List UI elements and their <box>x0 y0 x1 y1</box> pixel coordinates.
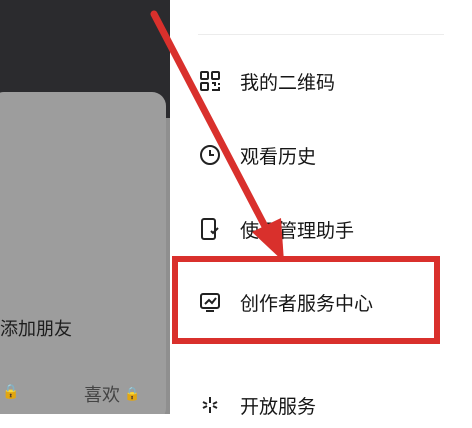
add-friend-label: 添加朋友 <box>0 319 72 340</box>
menu-item-usage-manager[interactable]: 使用管理助手 <box>198 206 458 252</box>
menu-item-label: 使用管理助手 <box>240 219 355 242</box>
menu-item-label: 我的二维码 <box>240 71 336 94</box>
menu-item-open-services[interactable]: 开放服务 <box>198 382 458 428</box>
background-card <box>0 92 166 414</box>
side-drawer-menu: 我的二维码 观看历史 使用管理助手 创作者服务中心 开放服务 <box>170 0 472 418</box>
qr-code-icon <box>198 69 222 93</box>
highlight-box <box>172 256 440 344</box>
divider <box>198 34 444 35</box>
clock-icon <box>198 143 222 167</box>
lock-icon: 🔒 <box>2 384 20 400</box>
menu-item-label: 观看历史 <box>240 145 317 168</box>
background-panel: 添加朋友 🔒 喜欢 🔒 <box>0 0 170 414</box>
lock-icon: 🔒 <box>124 386 141 402</box>
sparkle-icon <box>198 393 222 417</box>
menu-item-watch-history[interactable]: 观看历史 <box>198 132 458 178</box>
menu-item-label: 开放服务 <box>240 395 317 418</box>
like-label: 喜欢 <box>84 385 120 406</box>
phone-shield-icon <box>198 217 222 241</box>
menu-item-my-qr-code[interactable]: 我的二维码 <box>198 58 458 104</box>
like-tab: 喜欢 🔒 <box>84 381 140 407</box>
